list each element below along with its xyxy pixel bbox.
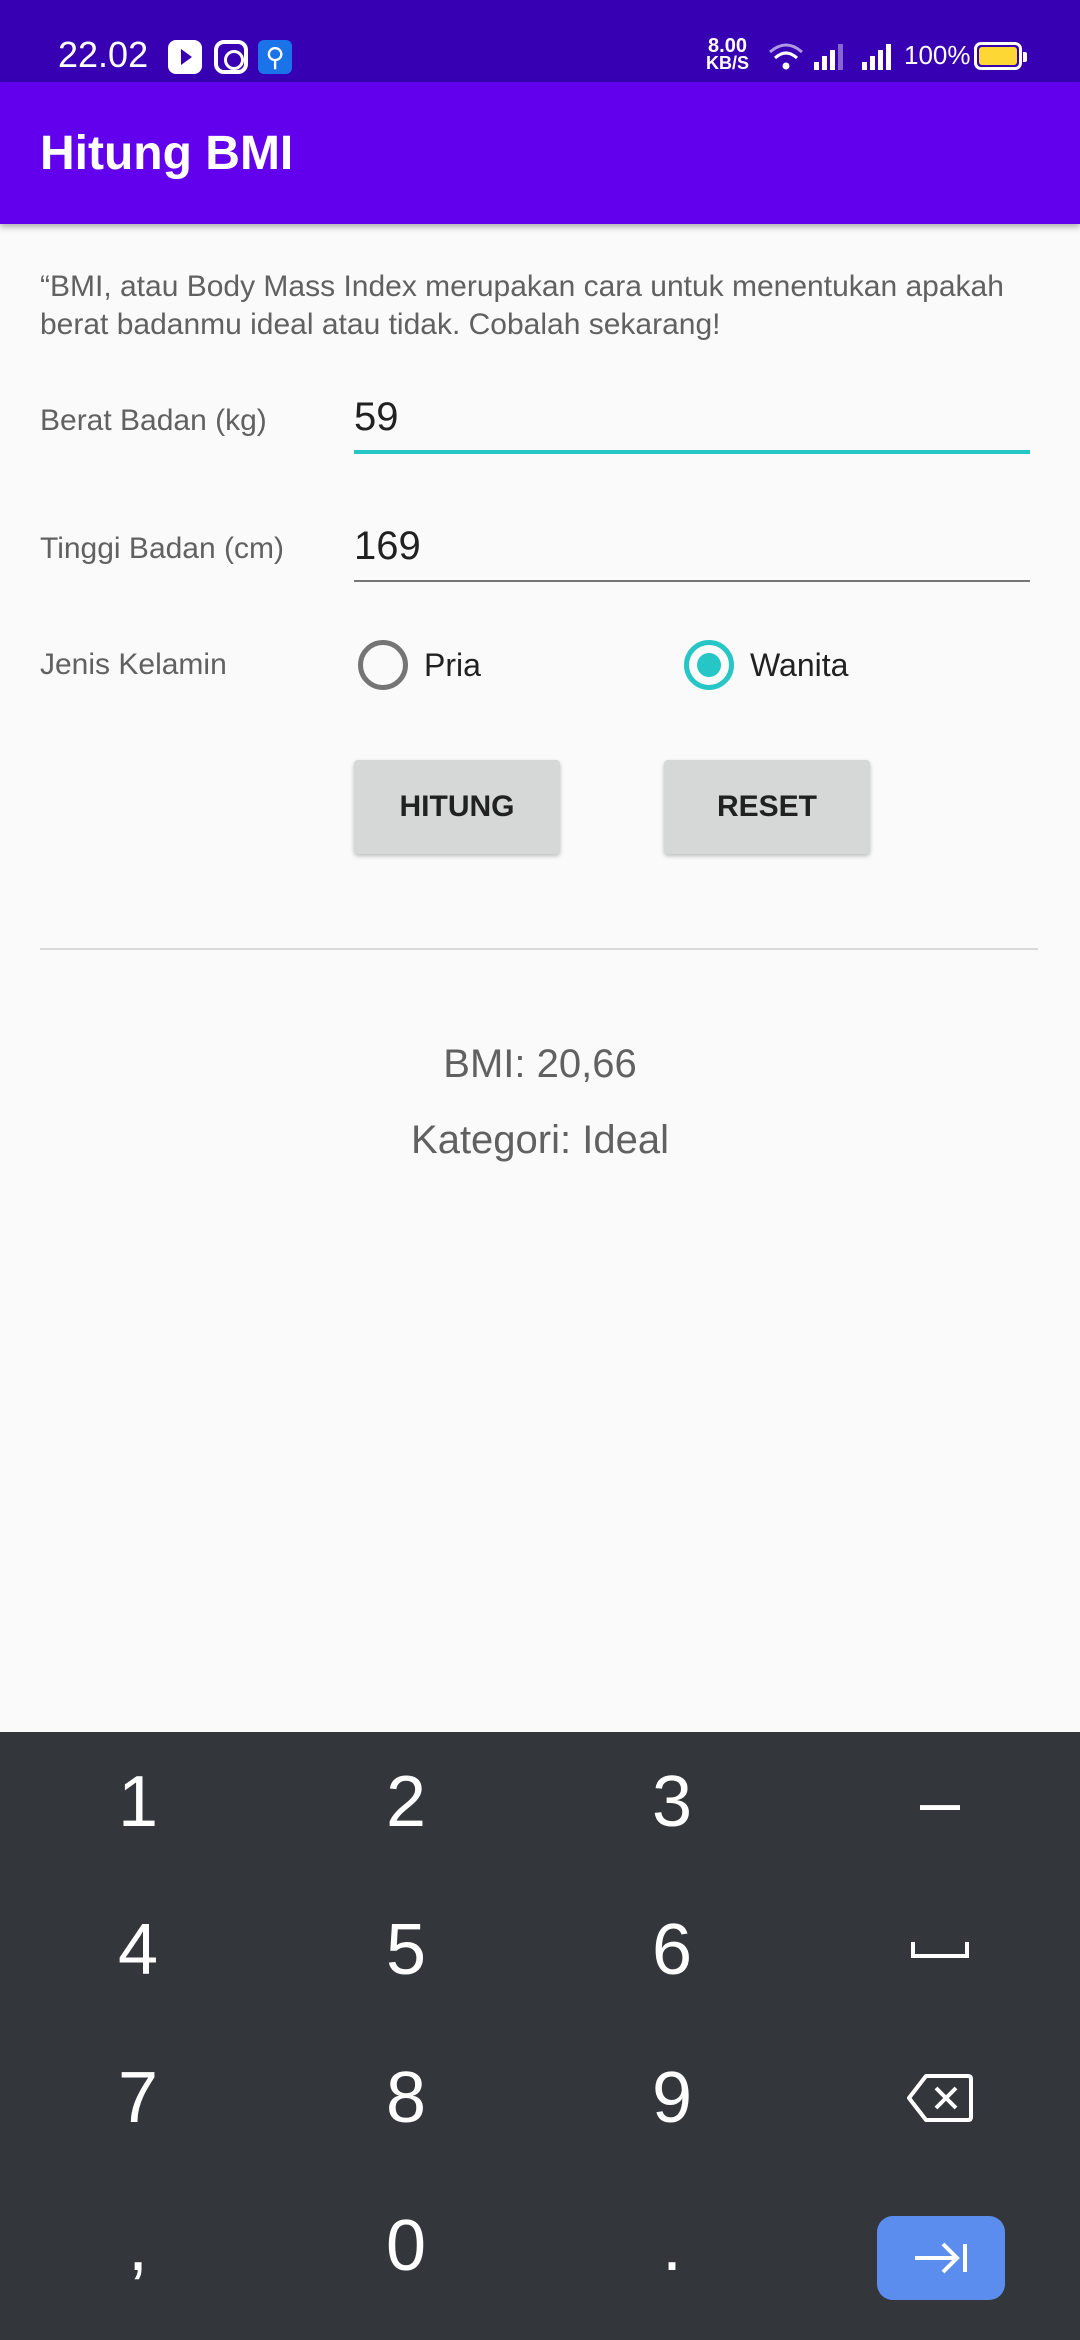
radio-wanita-circle[interactable] <box>684 640 734 690</box>
radio-pria-circle[interactable] <box>358 640 408 690</box>
key-5[interactable]: 5 <box>286 1880 526 2020</box>
reset-button[interactable]: RESET <box>664 760 870 854</box>
app-title: Hitung BMI <box>40 127 294 180</box>
app-bar: Hitung BMI <box>0 82 1080 224</box>
calculate-button[interactable]: HITUNG <box>354 760 560 854</box>
key-period[interactable]: . <box>552 2176 792 2316</box>
key-7[interactable]: 7 <box>18 2028 258 2168</box>
screen: 22.02 ⚲ 8.00 KB/S 100% Hitung BMI “BMI, … <box>0 0 1080 2340</box>
height-field-wrapper <box>354 512 1030 588</box>
next-icon <box>915 2242 967 2274</box>
key-3[interactable]: 3 <box>552 1732 792 1872</box>
key-4[interactable]: 4 <box>18 1880 258 2020</box>
height-input[interactable] <box>354 512 1030 582</box>
radio-wanita[interactable]: Wanita <box>684 636 848 694</box>
space-icon <box>911 1942 969 1958</box>
battery-icon <box>974 42 1027 70</box>
weight-label: Berat Badan (kg) <box>40 404 267 437</box>
key-2[interactable]: 2 <box>286 1732 526 1872</box>
key-backspace[interactable] <box>820 2028 1060 2168</box>
instagram-icon <box>214 40 248 74</box>
intro-text: “BMI, atau Body Mass Index merupakan car… <box>40 270 1004 341</box>
key-minus[interactable]: – <box>820 1732 1060 1872</box>
signal-icon-sim2 <box>862 44 891 70</box>
status-bar: 22.02 ⚲ 8.00 KB/S 100% <box>0 0 1080 82</box>
bmi-result: BMI: 20,66 <box>443 1042 637 1086</box>
divider <box>40 948 1038 950</box>
key-8[interactable]: 8 <box>286 2028 526 2168</box>
usb-icon: ⚲ <box>258 40 292 74</box>
numeric-keyboard: 1 2 3 – 4 5 6 7 8 9 , 0 . <box>0 1732 1080 2340</box>
backspace-icon <box>907 2074 973 2122</box>
key-1[interactable]: 1 <box>18 1732 258 1872</box>
gender-label: Jenis Kelamin <box>40 648 227 681</box>
weight-input[interactable] <box>354 384 1030 454</box>
radio-pria-label: Pria <box>424 646 481 683</box>
key-9[interactable]: 9 <box>552 2028 792 2168</box>
height-label: Tinggi Badan (cm) <box>40 532 284 565</box>
network-speed-unit: KB/S <box>706 53 750 73</box>
key-space[interactable] <box>820 1880 1060 2020</box>
key-0[interactable]: 0 <box>286 2176 526 2316</box>
radio-wanita-label: Wanita <box>750 646 849 683</box>
category-result: Kategori: Ideal <box>411 1118 669 1162</box>
key-6[interactable]: 6 <box>552 1880 792 2020</box>
youtube-icon <box>168 40 202 74</box>
status-time: 22.02 <box>58 34 149 75</box>
signal-icon-sim1 <box>814 44 843 70</box>
battery-percent: 100% <box>904 40 971 70</box>
wifi-icon <box>769 43 803 70</box>
key-comma[interactable]: , <box>18 2176 258 2316</box>
key-next[interactable] <box>877 2216 1005 2300</box>
radio-pria[interactable]: Pria <box>358 636 481 694</box>
network-speed: 8.00 KB/S <box>706 36 750 73</box>
weight-field-wrapper <box>354 384 1030 460</box>
